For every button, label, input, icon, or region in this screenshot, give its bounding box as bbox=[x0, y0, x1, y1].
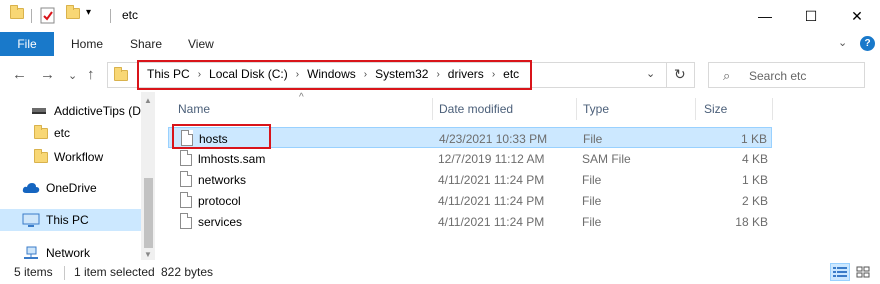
table-row[interactable]: networks 4/11/2021 11:24 PM File 1 KB bbox=[168, 169, 772, 190]
file-icon bbox=[180, 213, 192, 229]
tab-file[interactable]: File bbox=[0, 32, 54, 56]
navigation-pane: AddictiveTips (D etc Workflow OneDrive T… bbox=[0, 92, 155, 260]
file-icon bbox=[180, 150, 192, 166]
folder-icon bbox=[34, 125, 48, 139]
file-size: 18 KB bbox=[735, 215, 768, 229]
folder-icon bbox=[114, 67, 128, 81]
file-type: File bbox=[583, 132, 603, 146]
details-view-icon[interactable] bbox=[830, 263, 850, 281]
sidebar-item-label: OneDrive bbox=[46, 181, 97, 195]
properties-icon[interactable] bbox=[40, 6, 56, 24]
divider bbox=[110, 9, 111, 23]
tab-view[interactable]: View bbox=[188, 37, 214, 51]
table-row[interactable]: services 4/11/2021 11:24 PM File 18 KB bbox=[168, 211, 772, 232]
address-highlight-box bbox=[137, 60, 532, 90]
sidebar-item-this-pc[interactable]: This PC bbox=[0, 209, 141, 231]
ribbon: File Home Share View ⌄ bbox=[0, 32, 880, 56]
file-name: lmhosts.sam bbox=[198, 152, 266, 166]
file-date: 4/11/2021 11:24 PM bbox=[438, 173, 545, 187]
divider bbox=[64, 266, 65, 280]
divider bbox=[31, 9, 32, 23]
forward-button[interactable]: → bbox=[40, 66, 55, 83]
file-list: ^ Name Date modified Type Size hosts 4/2… bbox=[168, 92, 880, 260]
back-button[interactable]: ← bbox=[12, 66, 27, 83]
column-header-size[interactable]: Size bbox=[704, 102, 727, 116]
column-header-date-modified[interactable]: Date modified bbox=[439, 102, 513, 116]
sidebar-item-label: AddictiveTips (D bbox=[54, 104, 141, 118]
navigation-bar: ← → ⌄ ↑ ⌄ ↻ This PC › Local Disk (C:) › … bbox=[0, 58, 880, 92]
column-divider[interactable] bbox=[695, 98, 696, 120]
maximize-button[interactable]: ☐ bbox=[788, 0, 834, 32]
customize-quick-access-icon[interactable]: ▾ bbox=[86, 7, 91, 18]
sidebar-item-label: etc bbox=[54, 126, 71, 140]
folder-icon bbox=[10, 5, 24, 19]
status-bar: 5 items 1 item selected 822 bytes bbox=[0, 262, 880, 284]
sidebar-item-label: This PC bbox=[46, 213, 89, 227]
sidebar-item-addictivetips[interactable]: AddictiveTips (D bbox=[32, 100, 141, 122]
minimize-button[interactable]: — bbox=[742, 0, 788, 32]
sidebar-item-label: Workflow bbox=[54, 150, 104, 164]
network-icon bbox=[24, 246, 38, 259]
sort-ascending-icon: ^ bbox=[299, 92, 304, 103]
tab-home[interactable]: Home bbox=[71, 37, 103, 51]
file-date: 12/7/2019 11:12 AM bbox=[438, 152, 545, 166]
file-size: 1 KB bbox=[740, 132, 767, 146]
file-name: networks bbox=[198, 173, 247, 187]
file-size: 1 KB bbox=[741, 173, 768, 187]
refresh-icon[interactable]: ↻ bbox=[674, 66, 686, 83]
search-placeholder: Search etc bbox=[749, 69, 807, 83]
sidebar-item-etc[interactable]: etc bbox=[34, 122, 70, 144]
address-dropdown-icon[interactable]: ⌄ bbox=[646, 67, 655, 80]
expand-ribbon-icon[interactable]: ⌄ bbox=[838, 36, 847, 49]
file-type: File bbox=[582, 194, 602, 208]
title-bar: ▾ etc — ☐ ✕ bbox=[0, 0, 880, 32]
status-selection-size: 822 bytes bbox=[161, 265, 214, 279]
cloud-icon bbox=[22, 183, 40, 193]
divider bbox=[666, 63, 667, 87]
file-size: 2 KB bbox=[741, 194, 768, 208]
file-type: File bbox=[582, 215, 602, 229]
hosts-highlight-box bbox=[172, 124, 271, 149]
file-date: 4/11/2021 11:24 PM bbox=[438, 215, 545, 229]
recent-locations-button[interactable]: ⌄ bbox=[68, 69, 77, 82]
file-date: 4/11/2021 11:24 PM bbox=[438, 194, 545, 208]
file-name: protocol bbox=[198, 194, 241, 208]
column-divider[interactable] bbox=[772, 98, 773, 120]
scroll-down-icon[interactable]: ▼ bbox=[144, 250, 152, 259]
file-type: File bbox=[582, 173, 602, 187]
table-row[interactable]: lmhosts.sam 12/7/2019 11:12 AM SAM File … bbox=[168, 148, 772, 169]
tab-share[interactable]: Share bbox=[130, 37, 162, 51]
drive-icon bbox=[32, 108, 46, 114]
help-icon[interactable]: ? bbox=[860, 36, 875, 51]
sidebar-scrollbar-thumb[interactable] bbox=[144, 178, 153, 248]
file-icon bbox=[180, 192, 192, 208]
status-selection: 1 item selected bbox=[74, 265, 155, 279]
status-item-count: 5 items bbox=[14, 265, 53, 279]
table-row[interactable]: protocol 4/11/2021 11:24 PM File 2 KB bbox=[168, 190, 772, 211]
search-input[interactable]: ⌕ Search etc bbox=[708, 62, 865, 88]
search-icon: ⌕ bbox=[723, 68, 731, 83]
column-header-type[interactable]: Type bbox=[583, 102, 609, 116]
sidebar-item-network[interactable]: Network bbox=[22, 242, 90, 264]
large-icons-view-icon[interactable] bbox=[853, 263, 873, 281]
file-size: 4 KB bbox=[741, 152, 768, 166]
up-button[interactable]: ↑ bbox=[87, 66, 95, 83]
column-divider[interactable] bbox=[576, 98, 577, 120]
new-folder-icon[interactable] bbox=[66, 5, 80, 19]
scroll-up-icon[interactable]: ▲ bbox=[144, 96, 152, 105]
file-date: 4/23/2021 10:33 PM bbox=[439, 132, 548, 146]
column-divider[interactable] bbox=[432, 98, 433, 120]
folder-icon bbox=[34, 149, 48, 163]
close-button[interactable]: ✕ bbox=[834, 0, 880, 32]
file-name: services bbox=[198, 215, 243, 229]
computer-icon bbox=[22, 213, 40, 227]
sidebar-item-workflow[interactable]: Workflow bbox=[34, 146, 103, 168]
file-type: SAM File bbox=[582, 152, 631, 166]
column-header-name[interactable]: Name bbox=[178, 102, 210, 116]
file-icon bbox=[180, 171, 192, 187]
window-title: etc bbox=[122, 8, 139, 22]
sidebar-item-label: Network bbox=[46, 246, 91, 260]
sidebar-item-onedrive[interactable]: OneDrive bbox=[22, 177, 97, 199]
